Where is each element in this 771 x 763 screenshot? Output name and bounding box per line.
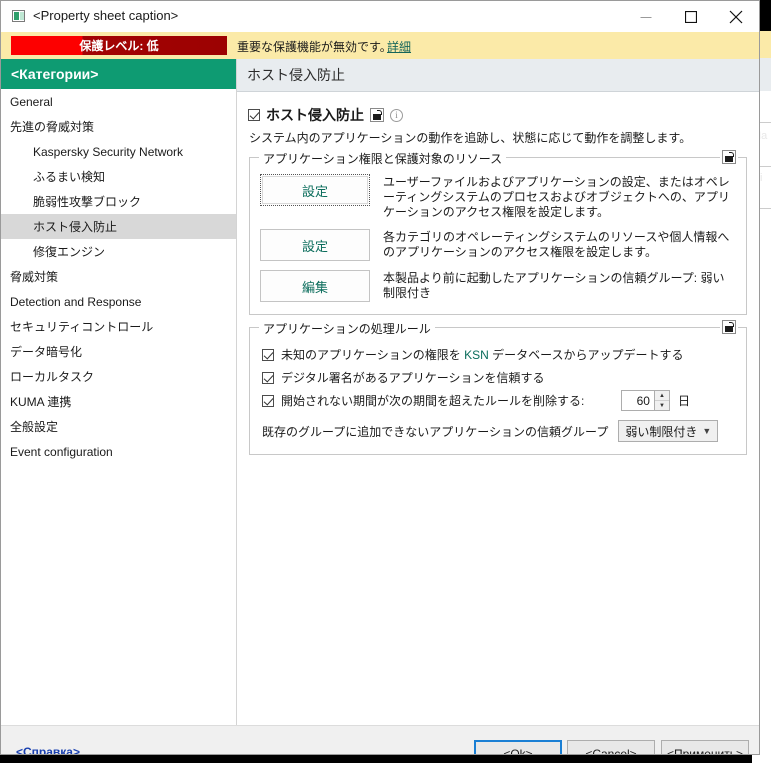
close-icon[interactable] xyxy=(713,1,758,32)
info-icon[interactable]: i xyxy=(390,108,403,122)
warning-details-link[interactable]: 詳細 xyxy=(387,38,411,55)
trust-group-select[interactable]: 弱い制限付き ▼ xyxy=(618,420,719,442)
rule-checkbox-row: デジタル署名があるアプリケーションを信頼する xyxy=(262,369,736,386)
group-rules-lock-icon[interactable] xyxy=(720,320,738,334)
sidebar-item[interactable]: ローカルタスク xyxy=(1,364,236,389)
permission-description: 各カテゴリのオペレーティングシステムのリソースや個人情報へのアプリケーションのア… xyxy=(383,230,730,259)
permission-row: 設定 ユーザーファイルおよびアプリケーションの設定、またはオペレーティングシステム… xyxy=(260,174,736,220)
rule-label-pre: デジタル署名があるアプリケーションを信頼する xyxy=(281,371,545,385)
lock-open-icon[interactable] xyxy=(370,108,384,122)
cancel-button[interactable]: <Cancel> xyxy=(567,740,655,754)
sidebar-item[interactable]: データ暗号化 xyxy=(1,339,236,364)
trust-group-select-row: 既存のグループに追加できないアプリケーションの信頼グループ 弱い制限付き ▼ xyxy=(262,420,736,442)
rule-checkbox-row: 未知のアプリケーションの権限を KSN データベースからアップデートする xyxy=(262,346,736,363)
protection-level-badge: 保護レベル: 低 xyxy=(11,36,227,55)
window-title: <Property sheet caption> xyxy=(33,8,179,23)
apply-button[interactable]: <Применить> xyxy=(661,740,749,754)
feature-title: ホスト侵入防止 xyxy=(266,107,364,123)
rule-checkbox-label: 未知のアプリケーションの権限を KSN データベースからアップデートする xyxy=(281,346,684,363)
sidebar-item[interactable]: ふるまい検知 xyxy=(1,164,236,189)
sidebar-item[interactable]: 全般設定 xyxy=(1,414,236,439)
rule-expiry-stepper[interactable]: ▲ ▼ xyxy=(654,390,670,411)
rule-label-accent: KSN xyxy=(464,348,489,362)
group-rules-legend: アプリケーションの処理ルール xyxy=(259,320,435,337)
content-panel: ホスト侵入防止 ホスト侵入防止 i システム内のアプリケーションの動作を追跡し、… xyxy=(237,59,759,725)
rule-expiry-days-input[interactable]: 60 xyxy=(620,390,655,411)
rule-expiry-spinner-wrap: 60 ▲ ▼ 日 xyxy=(620,390,690,411)
permission-button-3[interactable]: 編集 xyxy=(260,270,370,302)
ok-button[interactable]: <Ok> xyxy=(474,740,562,754)
sidebar: <Категории> General 先進の脅威対策 Kaspersky Secu… xyxy=(1,59,237,725)
permission-button-2[interactable]: 設定 xyxy=(260,229,370,261)
sidebar-item[interactable]: 先進の脅威対策 xyxy=(1,114,236,139)
help-link[interactable]: <Справка> xyxy=(16,745,80,754)
sidebar-item[interactable]: 脅威対策 xyxy=(1,264,236,289)
permission-description: ユーザーファイルおよびアプリケーションの設定、またはオペレーティングシステムのプ… xyxy=(383,175,730,219)
sidebar-item[interactable]: 修復エンジン xyxy=(1,239,236,264)
sidebar-item[interactable]: Event configuration xyxy=(1,439,236,464)
rule-checkbox-1[interactable] xyxy=(262,348,274,361)
rule-label-post: データベースからアップデートする xyxy=(488,348,684,362)
sidebar-nav-list: General 先進の脅威対策 Kaspersky Security Network… xyxy=(1,89,236,464)
rule-checkbox-3[interactable] xyxy=(262,394,274,407)
rule-label-pre: 未知のアプリケーションの権限を xyxy=(281,348,465,362)
group-permissions-legend: アプリケーション権限と保護対象のリソース xyxy=(259,150,507,167)
rule-expiry-days-value: 60 xyxy=(636,393,650,408)
rule-label-pre: 開始されない期間が次の期間を超えたルールを削除する: xyxy=(281,394,585,408)
sidebar-item[interactable]: KUMA 連携 xyxy=(1,389,236,414)
group-application-permissions: アプリケーション権限と保護対象のリソース 設定 ユーザーファイルおよびアプリケーシ… xyxy=(249,150,747,315)
stepper-down-icon[interactable]: ▼ xyxy=(655,401,669,410)
sidebar-item[interactable]: 脆弱性攻撃ブロック xyxy=(1,189,236,214)
group-permissions-lock-icon[interactable] xyxy=(720,150,738,164)
group-application-rules: アプリケーションの処理ルール 未知のアプリケーションの権限を KSN データベー… xyxy=(249,320,747,455)
warning-message: 重要な保護機能が無効です。 xyxy=(237,40,392,54)
trust-group-select-label: 既存のグループに追加できないアプリケーションの信頼グループ xyxy=(262,424,609,439)
sidebar-item[interactable]: セキュリティコントロール xyxy=(1,314,236,339)
permission-button-1[interactable]: 設定 xyxy=(260,174,370,206)
rule-checkbox-row: 開始されない期間が次の期間を超えたルールを削除する: 60 ▲ ▼ 日 xyxy=(262,390,736,411)
content-inner: ホスト侵入防止 i システム内のアプリケーションの動作を追跡し、状態に応じて動作… xyxy=(237,92,759,455)
feature-title-row: ホスト侵入防止 i xyxy=(248,105,747,125)
permission-rows: 設定 ユーザーファイルおよびアプリケーションの設定、またはオペレーティングシステム… xyxy=(260,174,736,302)
sidebar-item[interactable]: General xyxy=(1,89,236,114)
maximize-icon[interactable] xyxy=(668,1,713,32)
permission-row: 編集 本製品より前に起動したアプリケーションの信頼グループ: 弱い制限付き xyxy=(260,270,736,302)
permission-row: 設定 各カテゴリのオペレーティングシステムのリソースや個人情報へのアプリケーション… xyxy=(260,229,736,261)
warning-bar: 保護レベル: 低 重要な保護機能が無効です。 詳細 xyxy=(1,32,759,59)
rule-checkboxes: 未知のアプリケーションの権限を KSN データベースからアップデートする デジタル… xyxy=(260,346,736,411)
property-sheet-window: <Property sheet caption> 保護レベル: 低 重要な保護機… xyxy=(0,0,760,755)
rule-checkbox-label: 開始されない期間が次の期間を超えたルールを削除する: xyxy=(281,392,584,409)
app-tile-icon xyxy=(12,10,25,22)
title-bar: <Property sheet caption> xyxy=(1,1,759,32)
stepper-up-icon[interactable]: ▲ xyxy=(654,391,669,401)
minimize-icon[interactable] xyxy=(623,1,668,32)
trust-group-select-value: 弱い制限付き xyxy=(625,424,698,439)
feature-description: システム内のアプリケーションの動作を追跡し、状態に応じて動作を調整します。 xyxy=(249,131,692,145)
content-header: ホスト侵入防止 xyxy=(237,59,759,92)
sidebar-item[interactable]: Kaspersky Security Network xyxy=(1,139,236,164)
rule-checkbox-label: デジタル署名があるアプリケーションを信頼する xyxy=(281,369,545,386)
rule-expiry-unit: 日 xyxy=(677,394,690,408)
window-body: <Категории> General 先進の脅威対策 Kaspersky Secu… xyxy=(1,59,759,725)
sidebar-header: <Категории> xyxy=(1,59,236,89)
host-intrusion-prevention-checkbox[interactable] xyxy=(248,109,260,121)
permission-description: 本製品より前に起動したアプリケーションの信頼グループ: 弱い制限付き xyxy=(383,271,725,300)
footer-bar: <Справка> <Ok> <Cancel> <Применить> xyxy=(1,725,759,754)
chevron-down-icon: ▼ xyxy=(702,426,712,436)
sidebar-item-selected[interactable]: ホスト侵入防止 xyxy=(1,214,236,239)
sidebar-item[interactable]: Detection and Response xyxy=(1,289,236,314)
rule-checkbox-2[interactable] xyxy=(262,371,274,384)
